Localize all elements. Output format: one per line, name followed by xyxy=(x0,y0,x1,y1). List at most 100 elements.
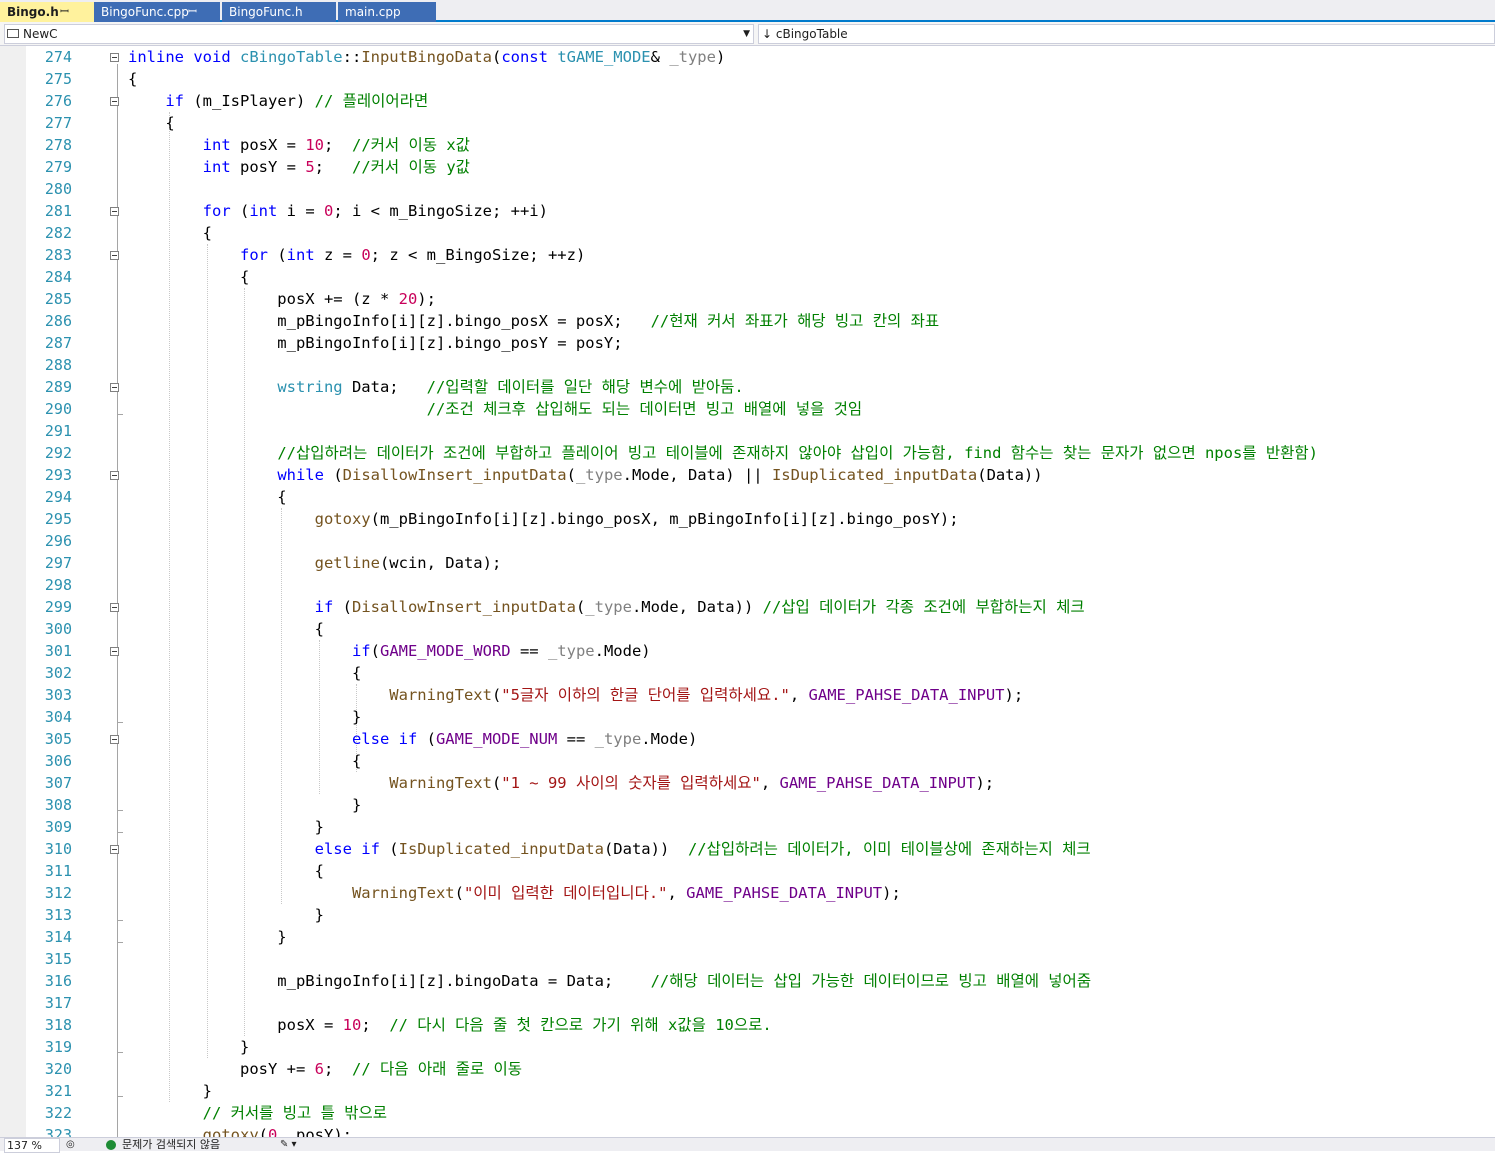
tab-main-cpp[interactable]: main.cpp xyxy=(338,2,436,22)
code-line[interactable] xyxy=(128,574,1495,596)
code-token: GAME_PAHSE_DATA_INPUT xyxy=(686,884,883,902)
code-line[interactable]: if(GAME_MODE_WORD == _type.Mode) xyxy=(128,640,1495,662)
intellicode-icon[interactable]: ◎ xyxy=(66,1138,75,1151)
code-line[interactable] xyxy=(128,992,1495,1014)
code-line[interactable]: if (DisallowInsert_inputData(_type.Mode,… xyxy=(128,596,1495,618)
code-token: //현재 커서 좌표가 해당 빙고 칸의 좌표 xyxy=(650,312,940,330)
collapse-toggle-icon[interactable] xyxy=(110,251,119,260)
code-token: , xyxy=(789,686,809,704)
code-token: //입력할 데이터를 일단 해당 변수에 받아둠. xyxy=(426,378,744,396)
member-dropdown[interactable]: ↓ cBingoTable xyxy=(758,24,1495,44)
code-token: for xyxy=(202,202,231,220)
code-line[interactable]: else if (IsDuplicated_inputData(Data)) /… xyxy=(128,838,1495,860)
line-number: 317 xyxy=(44,994,72,1012)
code-line[interactable]: // 커서를 빙고 틀 밖으로 xyxy=(128,1102,1495,1124)
code-line[interactable]: } xyxy=(128,904,1495,926)
code-line[interactable]: int posY = 5; //커서 이동 y값 xyxy=(128,156,1495,178)
line-number: 292 xyxy=(44,444,72,462)
code-line[interactable]: WarningText("5글자 이하의 한글 단어를 입력하세요.", GAM… xyxy=(128,684,1495,706)
code-line[interactable]: gotoxy(m_pBingoInfo[i][z].bingo_posX, m_… xyxy=(128,508,1495,530)
code-token: 6 xyxy=(314,1060,324,1078)
code-token: { xyxy=(128,224,212,242)
collapse-toggle-icon[interactable] xyxy=(110,97,119,106)
code-line[interactable] xyxy=(128,420,1495,442)
code-line[interactable] xyxy=(128,354,1495,376)
code-token: GAME_MODE_NUM xyxy=(435,730,558,748)
collapse-toggle-icon[interactable] xyxy=(110,53,119,62)
code-token: m_pBingoInfo[i][z].bingo_posY = posY; xyxy=(128,334,623,352)
code-text[interactable]: inline void cBingoTable::InputBingoData(… xyxy=(128,46,1495,1137)
code-line[interactable] xyxy=(128,178,1495,200)
code-line[interactable]: } xyxy=(128,1036,1495,1058)
code-line[interactable]: getline(wcin, Data); xyxy=(128,552,1495,574)
pin-icon[interactable]: ꟷ xyxy=(60,2,69,22)
code-line[interactable]: { xyxy=(128,860,1495,882)
code-line[interactable]: m_pBingoInfo[i][z].bingoData = Data; //해… xyxy=(128,970,1495,992)
code-line[interactable]: { xyxy=(128,222,1495,244)
code-line[interactable]: { xyxy=(128,662,1495,684)
collapse-toggle-icon[interactable] xyxy=(110,647,119,656)
collapse-toggle-icon[interactable] xyxy=(110,735,119,744)
collapse-toggle-icon[interactable] xyxy=(110,603,119,612)
code-line[interactable]: for (int z = 0; z < m_BingoSize; ++z) xyxy=(128,244,1495,266)
tab-bingofunc-h[interactable]: BingoFunc.h xyxy=(222,2,336,22)
code-line[interactable]: //조건 체크후 삽입해도 되는 데이터면 빙고 배열에 넣을 것임 xyxy=(128,398,1495,420)
collapse-toggle-icon[interactable] xyxy=(110,471,119,480)
code-line[interactable]: } xyxy=(128,816,1495,838)
code-token: _type xyxy=(547,642,595,660)
code-line[interactable]: WarningText("1 ~ 99 사이의 숫자를 입력하세요", GAME… xyxy=(128,772,1495,794)
code-token: { xyxy=(128,114,175,132)
code-line[interactable]: gotoxy(0, posY); xyxy=(128,1124,1495,1137)
code-line[interactable]: { xyxy=(128,68,1495,90)
code-line[interactable]: { xyxy=(128,486,1495,508)
code-line[interactable] xyxy=(128,530,1495,552)
collapse-toggle-icon[interactable] xyxy=(110,845,119,854)
code-line[interactable] xyxy=(128,948,1495,970)
cleanup-brush-icon[interactable]: ✎ ▾ xyxy=(280,1138,297,1151)
code-line[interactable]: { xyxy=(128,112,1495,134)
code-line[interactable]: WarningText("이미 입력한 데이터입니다.", GAME_PAHSE… xyxy=(128,882,1495,904)
tab-bingo-h[interactable]: Bingo.h ꟷ xyxy=(0,2,94,22)
pin-icon[interactable]: ꟷ xyxy=(188,2,197,22)
code-line[interactable]: wstring Data; //입력할 데이터를 일단 해당 변수에 받아둠. xyxy=(128,376,1495,398)
code-token: posY = xyxy=(230,158,306,176)
outline-end-marker xyxy=(117,810,123,811)
line-number: 284 xyxy=(44,268,72,286)
line-number: 315 xyxy=(44,950,72,968)
line-number: 314 xyxy=(44,928,72,946)
code-token: posX = xyxy=(230,136,306,154)
issues-status[interactable]: 문제가 검색되지 않음 xyxy=(122,1138,220,1151)
code-token: WarningText xyxy=(389,686,492,704)
code-line[interactable]: } xyxy=(128,1080,1495,1102)
code-line[interactable]: { xyxy=(128,618,1495,640)
code-line[interactable]: posX = 10; // 다시 다음 줄 첫 칸으로 가기 위해 x값을 10… xyxy=(128,1014,1495,1036)
code-line[interactable]: else if (GAME_MODE_NUM == _type.Mode) xyxy=(128,728,1495,750)
collapse-toggle-icon[interactable] xyxy=(110,207,119,216)
code-line[interactable]: inline void cBingoTable::InputBingoData(… xyxy=(128,46,1495,68)
project-scope-dropdown[interactable]: NewC ▼ xyxy=(4,24,754,44)
code-token: DisallowInsert_inputData xyxy=(342,466,567,484)
collapse-toggle-icon[interactable] xyxy=(110,383,119,392)
code-line[interactable]: posY += 6; // 다음 아래 줄로 이동 xyxy=(128,1058,1495,1080)
code-line[interactable]: m_pBingoInfo[i][z].bingo_posX = posX; //… xyxy=(128,310,1495,332)
code-line[interactable]: posX += (z * 20); xyxy=(128,288,1495,310)
code-line[interactable]: } xyxy=(128,926,1495,948)
code-line[interactable]: int posX = 10; //커서 이동 x값 xyxy=(128,134,1495,156)
code-line[interactable]: m_pBingoInfo[i][z].bingo_posY = posY; xyxy=(128,332,1495,354)
line-number: 312 xyxy=(44,884,72,902)
tab-bingofunc-cpp[interactable]: BingoFunc.cpp ꟷ xyxy=(94,2,220,22)
code-line[interactable]: for (int i = 0; i < m_BingoSize; ++i) xyxy=(128,200,1495,222)
code-line[interactable]: { xyxy=(128,266,1495,288)
line-number: 316 xyxy=(44,972,72,990)
code-line[interactable]: if (m_IsPlayer) // 플레이어라면 xyxy=(128,90,1495,112)
code-line[interactable]: } xyxy=(128,706,1495,728)
code-line[interactable]: //삽입하려는 데이터가 조건에 부합하고 플레이어 빙고 테이블에 존재하지 … xyxy=(128,442,1495,464)
line-number-gutter: 274 275 276 277 278 279 280 281 282 283 284 285 286 2… xyxy=(26,46,76,1137)
code-line[interactable]: while (DisallowInsert_inputData(_type.Mo… xyxy=(128,464,1495,486)
code-editor[interactable]: 274 275 276 277 278 279 280 281 282 283 284 285 286 2… xyxy=(0,46,1495,1137)
code-line[interactable]: { xyxy=(128,750,1495,772)
code-token: else if xyxy=(351,730,418,748)
code-line[interactable]: } xyxy=(128,794,1495,816)
